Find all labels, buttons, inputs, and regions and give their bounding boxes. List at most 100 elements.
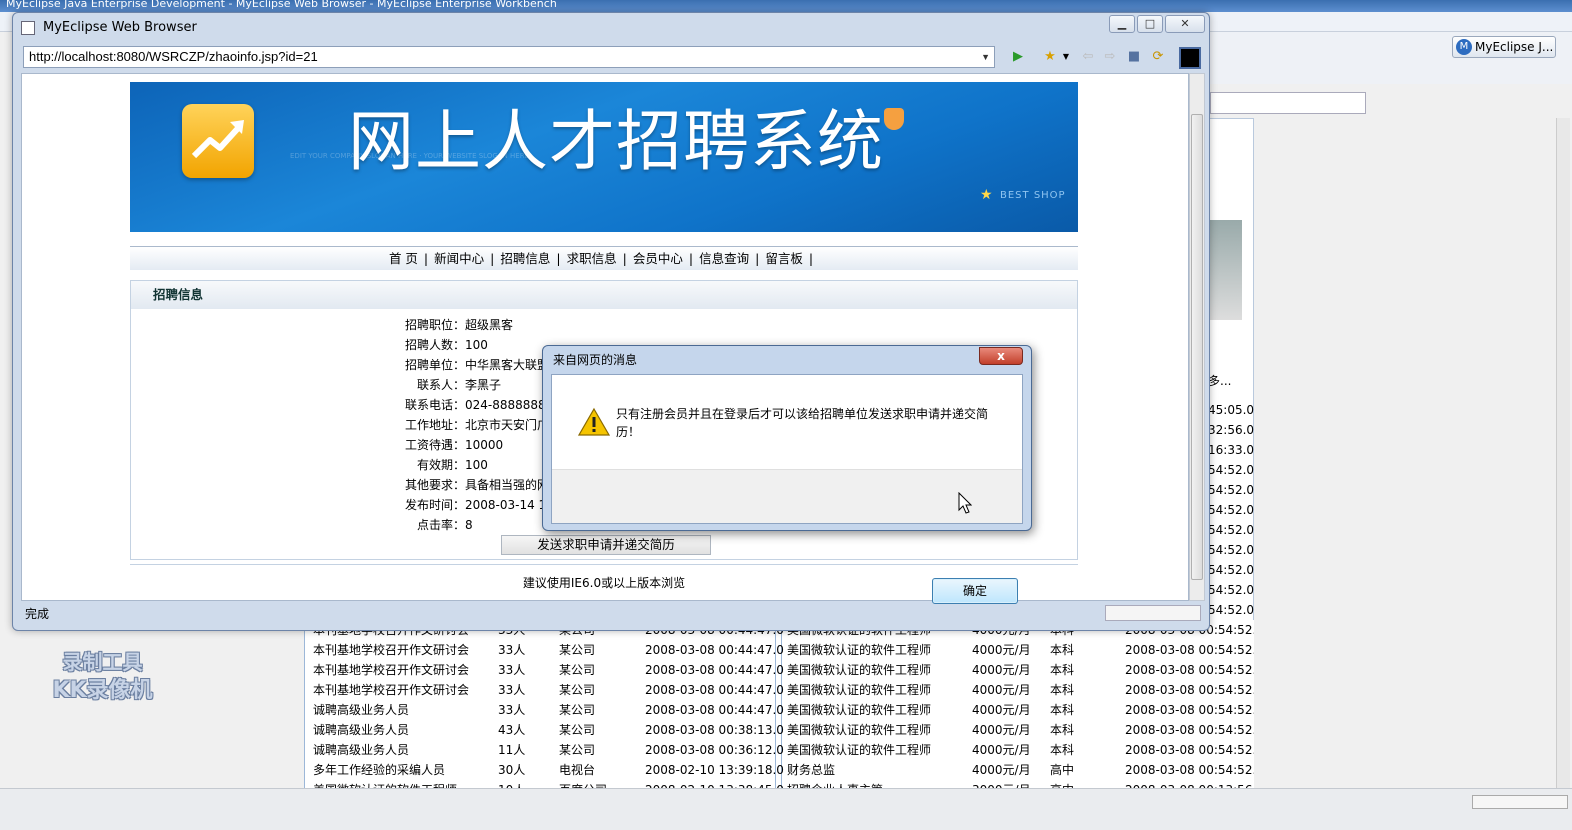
table-cell: 诚聘高级业务人员 bbox=[313, 703, 410, 717]
table-cell: 4000元/月 bbox=[972, 703, 1031, 717]
workbench-url-field[interactable] bbox=[1210, 92, 1366, 114]
side-image bbox=[1210, 220, 1242, 320]
nav-separator: | bbox=[808, 251, 814, 266]
url-text: http://localhost:8080/WSRCZP/zhaoinfo.js… bbox=[29, 49, 318, 64]
perspective-button[interactable]: M MyEclipse J... bbox=[1452, 36, 1556, 58]
nav-link[interactable]: 信息查询 bbox=[699, 251, 749, 266]
table-cell: 4000元/月 bbox=[972, 683, 1031, 697]
go-icon[interactable]: ▶ bbox=[1009, 49, 1027, 65]
stop-icon[interactable]: ■ bbox=[1125, 49, 1143, 65]
table-cell: 2008-03-08 00:36:12.0 bbox=[645, 743, 784, 757]
table-cell: 2008-03-08 00:54:52.0 bbox=[1125, 683, 1254, 697]
table-cell: 本科 bbox=[1050, 703, 1075, 717]
nav-separator: | bbox=[755, 251, 760, 266]
table-row[interactable]: 本刊基地学校召开作文研讨会 33人 某公司 2008-03-08 00:44:47.0… bbox=[305, 680, 1254, 700]
back-icon[interactable]: ⇦ bbox=[1079, 49, 1097, 65]
minimize-button[interactable]: ▁ bbox=[1109, 15, 1135, 33]
myeclipse-icon: M bbox=[1456, 39, 1472, 55]
table-row[interactable]: 多年工作经验的采编人员 30人 电视台 2008-02-10 13:39:18.0 财务… bbox=[305, 760, 1254, 780]
nav-separator: | bbox=[556, 251, 561, 266]
right-time-column: 45:05.0 32:56.0 16:33.0 54:52.0 54:52.0 54:52… bbox=[1208, 400, 1255, 620]
nav-link[interactable]: 新闻中心 bbox=[434, 251, 484, 266]
info-value: 100 bbox=[465, 338, 488, 352]
table-cell: 43人 bbox=[498, 723, 526, 737]
table-cell: 百度公司 bbox=[559, 780, 607, 788]
dialog-message: 只有注册会员并且在登录后才可以该给招聘单位发送求职申请并递交简历！ bbox=[616, 407, 989, 439]
time-cell: 54:52.0 bbox=[1208, 583, 1255, 597]
watermark-line2: KK录像机 bbox=[52, 678, 153, 703]
time-cell: 32:56.0 bbox=[1208, 423, 1255, 437]
dialog-close-button[interactable]: x bbox=[979, 347, 1023, 365]
nav-separator: | bbox=[423, 251, 429, 266]
mouse-cursor-icon bbox=[958, 492, 972, 514]
table-cell: 2008-03-08 00:44:47.0 bbox=[645, 643, 784, 657]
nav-link[interactable]: 首 页 bbox=[389, 251, 418, 266]
browser-scrollbar[interactable] bbox=[1189, 73, 1205, 601]
nav-link[interactable]: 会员中心 bbox=[633, 251, 683, 266]
forward-icon[interactable]: ⇨ bbox=[1101, 49, 1119, 65]
info-label: 有效期： bbox=[416, 458, 465, 472]
info-label: 工作地址： bbox=[404, 418, 465, 432]
table-cell: 33人 bbox=[498, 643, 526, 657]
table-row[interactable]: 本刊基地学校召开作文研讨会 33人 某公司 2008-03-08 00:44:47.0… bbox=[305, 640, 1254, 660]
browser-window-icon bbox=[21, 21, 35, 35]
nav-link[interactable]: 招聘信息 bbox=[500, 251, 550, 266]
nav-link[interactable]: 留言板 bbox=[765, 251, 803, 266]
table-cell: 2008-03-08 00:54:52.0 bbox=[1125, 723, 1254, 737]
table-cell: 高中 bbox=[1050, 763, 1075, 777]
table-cell: 某公司 bbox=[559, 683, 596, 697]
info-value: 024-88888888 bbox=[465, 398, 554, 412]
maximize-button[interactable]: □ bbox=[1137, 15, 1163, 33]
info-row: 招聘职位：超级黑客 bbox=[391, 315, 513, 335]
info-value: 李黑子 bbox=[465, 378, 502, 392]
time-cell: 54:52.0 bbox=[1208, 523, 1255, 537]
table-cell: 2008-03-08 00:13:56.0 bbox=[1125, 780, 1254, 788]
nav-link[interactable]: 求职信息 bbox=[567, 251, 617, 266]
table-cell: 3000元/月 bbox=[972, 780, 1031, 788]
status-text: 完成 bbox=[25, 607, 50, 621]
site-nav: 首 页 | 新闻中心 | 招聘信息 | 求职信息 | 会员中心 | 信息查询 | 留言板 | bbox=[130, 246, 1078, 270]
table-row[interactable]: 诚聘高级业务人员 33人 某公司 2008-03-08 00:44:47.0 美国微软认… bbox=[305, 700, 1254, 720]
workbench-scrollbar[interactable] bbox=[1556, 118, 1570, 788]
table-cell: 本科 bbox=[1050, 743, 1075, 757]
web-browser-window: MyEclipse Web Browser ▁ □ ✕ http://local… bbox=[12, 12, 1210, 631]
info-row: 招聘单位：中华黑客大联盟 bbox=[391, 355, 549, 375]
table-cell: 美国微软认证的软件工程师 bbox=[787, 683, 932, 697]
refresh-icon[interactable]: ⟳ bbox=[1149, 49, 1167, 65]
table-row[interactable]: 本刊基地学校召开作文研讨会 33人 某公司 2008-03-08 00:44:47.0… bbox=[305, 660, 1254, 680]
table-cell: 4000元/月 bbox=[972, 663, 1031, 677]
table-cell: 2008-03-08 00:38:13.0 bbox=[645, 723, 784, 737]
browser-title: MyEclipse Web Browser bbox=[43, 20, 197, 35]
apply-button[interactable]: 发送求职申请并递交简历 bbox=[501, 535, 711, 555]
star-icon: ★ bbox=[980, 187, 993, 203]
favorites-dropdown-icon[interactable]: ▼ bbox=[1057, 49, 1075, 65]
table-cell: 2008-03-08 00:54:52.0 bbox=[1125, 643, 1254, 657]
info-row: 工资待遇：10000 bbox=[391, 435, 503, 455]
info-row: 联系人：李黑子 bbox=[391, 375, 501, 395]
ok-button[interactable]: 确定 bbox=[932, 578, 1018, 604]
info-value: 2008-03-14 13 bbox=[465, 498, 554, 512]
more-link[interactable]: 多... bbox=[1208, 372, 1231, 389]
chart-logo-icon bbox=[182, 104, 254, 178]
time-cell: 54:52.0 bbox=[1208, 483, 1255, 497]
table-cell: 11人 bbox=[498, 743, 526, 757]
close-window-button[interactable]: ✕ bbox=[1165, 15, 1205, 33]
table-row[interactable]: 美国微软认证的软件工程师 10人 百度公司 2008-02-10 13:38:45.0… bbox=[305, 780, 1254, 788]
table-cell: 本刊基地学校召开作文研讨会 bbox=[313, 683, 470, 697]
time-cell: 16:33.0 bbox=[1208, 443, 1255, 457]
table-cell: 4000元/月 bbox=[972, 763, 1031, 777]
table-cell: 某公司 bbox=[559, 743, 596, 757]
console-icon[interactable] bbox=[1179, 47, 1201, 69]
dialog-footer: 确定 bbox=[552, 469, 1022, 604]
browser-titlebar: MyEclipse Web Browser bbox=[19, 17, 197, 39]
table-row[interactable]: 诚聘高级业务人员 43人 某公司 2008-03-08 00:38:13.0 美国微软认… bbox=[305, 720, 1254, 740]
url-input[interactable]: http://localhost:8080/WSRCZP/zhaoinfo.js… bbox=[23, 46, 995, 68]
browser-statusbar: 完成 bbox=[21, 603, 1205, 625]
info-row: 发布时间：2008-03-14 13 bbox=[391, 495, 554, 515]
table-cell: 4000元/月 bbox=[972, 643, 1031, 657]
url-dropdown-icon[interactable]: ▼ bbox=[981, 47, 990, 67]
table-cell: 本科 bbox=[1050, 663, 1075, 677]
browser-progress bbox=[1105, 605, 1201, 621]
scroll-thumb[interactable] bbox=[1191, 114, 1203, 580]
table-row[interactable]: 诚聘高级业务人员 11人 某公司 2008-03-08 00:36:12.0 美国微软认… bbox=[305, 740, 1254, 760]
